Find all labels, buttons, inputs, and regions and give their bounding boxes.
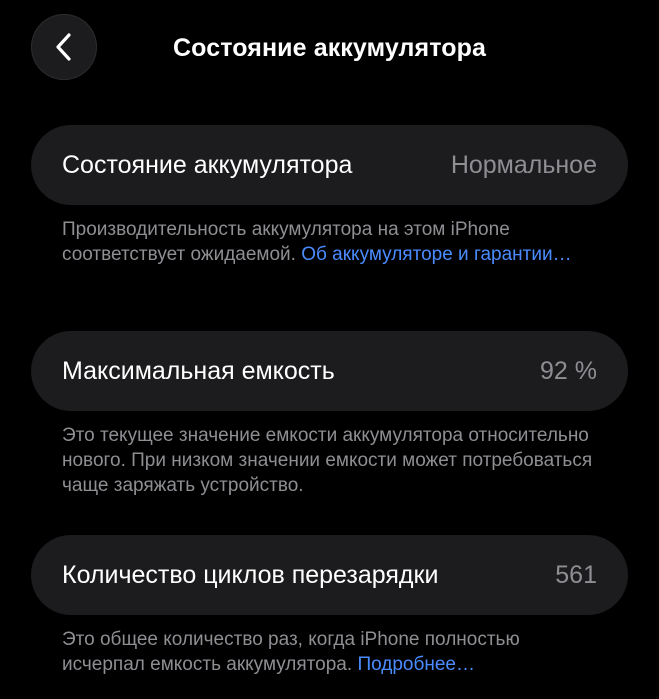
page-title: Состояние аккумулятора <box>173 34 486 62</box>
battery-health-value: Нормальное <box>450 150 597 179</box>
battery-health-footnote: Производительность аккумулятора на этом … <box>62 217 602 267</box>
maximum-capacity-footnote: Это текущее значение емкости аккумулятор… <box>62 425 593 496</box>
charge-cycles-value: 561 <box>555 560 597 589</box>
charge-cycles-label: Количество циклов перезарядки <box>62 560 439 589</box>
maximum-capacity-label: Максимальная емкость <box>62 356 335 385</box>
charge-cycles-footnote: Это общее количество раз, когда iPhone п… <box>62 627 602 677</box>
maximum-capacity-row: Максимальная емкость 92 % <box>31 331 628 411</box>
maximum-capacity-value: 92 % <box>540 356 597 385</box>
battery-warranty-link[interactable]: Об аккумуляторе и гарантии… <box>301 244 571 265</box>
charge-cycles-row: Количество циклов перезарядки 561 <box>31 535 628 615</box>
learn-more-link[interactable]: Подробнее… <box>357 654 475 675</box>
battery-health-row[interactable]: Состояние аккумулятора Нормальное <box>31 125 628 205</box>
battery-health-label: Состояние аккумулятора <box>62 150 353 179</box>
navigation-bar: Состояние аккумулятора <box>0 0 659 96</box>
